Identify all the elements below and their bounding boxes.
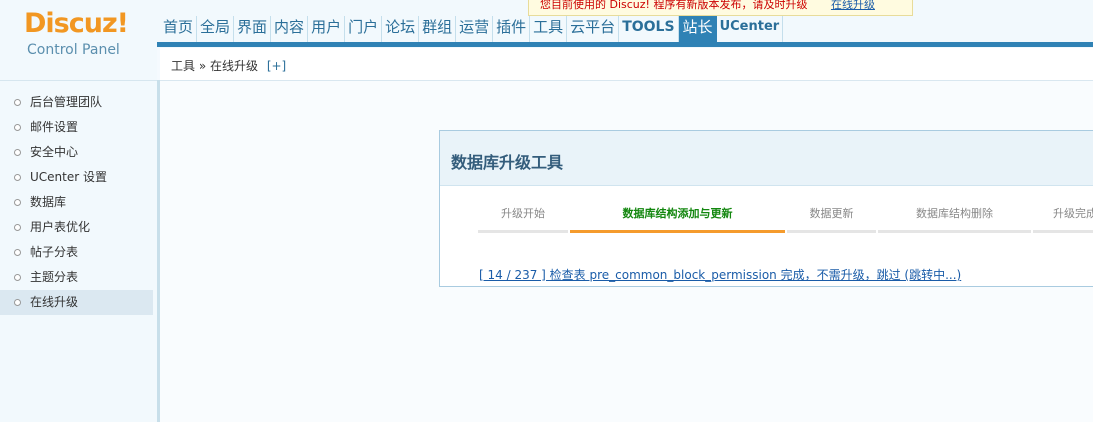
nav-item-tools-en[interactable]: TOOLS — [619, 16, 679, 42]
nav-item-global[interactable]: 全局 — [197, 16, 235, 42]
nav-item-forum[interactable]: 论坛 — [382, 16, 420, 42]
step-structure-update: 数据库结构添加与更新 — [570, 201, 785, 233]
bullet-icon — [14, 299, 21, 306]
sidebar-item-label: UCenter 设置 — [30, 170, 107, 184]
sidebar-item-label: 帖子分表 — [30, 245, 79, 259]
step-start: 升级开始 — [478, 201, 568, 233]
nav-item-operation[interactable]: 运营 — [456, 16, 494, 42]
step-data-update: 数据更新 — [787, 201, 876, 233]
nav-item-style[interactable]: 界面 — [234, 16, 272, 42]
main-content: 工具 » 在线升级 [+] 数据库升级工具 升级开始 数据库结构添加与更新 数据… — [160, 48, 1093, 422]
bullet-icon — [14, 174, 21, 181]
sidebar-item-label: 主题分表 — [30, 270, 79, 284]
bullet-icon — [14, 274, 21, 281]
bullet-icon — [14, 149, 21, 156]
sidebar-item-label: 后台管理团队 — [30, 95, 103, 109]
bullet-icon — [14, 124, 21, 131]
sidebar-item-label: 数据库 — [30, 195, 67, 209]
breadcrumb-expand-button[interactable]: [+] — [267, 59, 286, 73]
bullet-icon — [14, 99, 21, 106]
step-structure-delete: 数据库结构删除 — [878, 201, 1031, 233]
nav-item-tools[interactable]: 工具 — [530, 16, 568, 42]
logo-subtitle: Control Panel — [27, 42, 120, 58]
bullet-icon — [14, 199, 21, 206]
nav-item-portal[interactable]: 门户 — [345, 16, 383, 42]
update-notice-link[interactable]: 在线升级 — [831, 0, 875, 11]
breadcrumb: 工具 » 在线升级 [+] — [160, 48, 1093, 81]
sidebar-item-user-table-optimize[interactable]: 用户表优化 — [0, 215, 153, 240]
update-notice: 您目前使用的 Discuz! 程序有新版本发布，请及时升级 在线升级 — [528, 0, 913, 16]
sidebar-item-post-split[interactable]: 帖子分表 — [0, 240, 153, 265]
sidebar-item-mail-settings[interactable]: 邮件设置 — [0, 115, 153, 140]
sidebar-divider — [0, 80, 157, 81]
update-notice-message: 您目前使用的 Discuz! 程序有新版本发布，请及时升级 — [540, 0, 808, 11]
step-complete: 升级完成 — [1033, 201, 1093, 233]
bullet-icon — [14, 249, 21, 256]
sidebar-item-online-upgrade[interactable]: 在线升级 — [0, 290, 153, 315]
sidebar-item-label: 邮件设置 — [30, 120, 79, 134]
bullet-icon — [14, 224, 21, 231]
sidebar-item-label: 在线升级 — [30, 295, 79, 309]
upgrade-progress-link[interactable]: [ 14 / 237 ] 检查表 pre_common_block_permis… — [479, 266, 961, 283]
sidebar-menu: 后台管理团队 邮件设置 安全中心 UCenter 设置 数据库 用户表优化 帖子… — [0, 90, 153, 315]
nav-item-group[interactable]: 群组 — [419, 16, 457, 42]
header: 您目前使用的 Discuz! 程序有新版本发布，请及时升级 在线升级 首页 全局… — [0, 0, 1093, 48]
nav-underline-bar — [157, 42, 1093, 47]
upgrade-panel: 数据库升级工具 升级开始 数据库结构添加与更新 数据更新 数据库结构删除 升级完… — [439, 130, 1093, 287]
nav-item-webmaster[interactable]: 站长 — [678, 16, 717, 42]
nav-item-ucenter[interactable]: UCenter — [717, 16, 784, 42]
upgrade-steps: 升级开始 数据库结构添加与更新 数据更新 数据库结构删除 升级完成 — [478, 201, 1093, 233]
logo-title: Discuz! — [24, 8, 129, 39]
sidebar: 后台管理团队 邮件设置 安全中心 UCenter 设置 数据库 用户表优化 帖子… — [0, 80, 160, 422]
nav-item-cloud[interactable]: 云平台 — [567, 16, 620, 42]
sidebar-item-admin-team[interactable]: 后台管理团队 — [0, 90, 153, 115]
sidebar-item-thread-split[interactable]: 主题分表 — [0, 265, 153, 290]
top-nav: 首页 全局 界面 内容 用户 门户 论坛 群组 运营 插件 工具 云平台 TOO… — [160, 16, 784, 42]
sidebar-item-ucenter-settings[interactable]: UCenter 设置 — [0, 165, 153, 190]
panel-title: 数据库升级工具 — [451, 153, 564, 172]
panel-header: 数据库升级工具 — [440, 131, 1093, 186]
nav-item-plugin[interactable]: 插件 — [493, 16, 531, 42]
nav-item-content[interactable]: 内容 — [271, 16, 309, 42]
sidebar-item-label: 用户表优化 — [30, 220, 91, 234]
breadcrumb-path: 工具 » 在线升级 — [171, 59, 258, 73]
logo[interactable]: Discuz! Control Panel — [0, 0, 157, 80]
sidebar-item-label: 安全中心 — [30, 145, 79, 159]
nav-item-user[interactable]: 用户 — [308, 16, 346, 42]
sidebar-item-database[interactable]: 数据库 — [0, 190, 153, 215]
nav-item-home[interactable]: 首页 — [160, 16, 198, 42]
sidebar-item-security[interactable]: 安全中心 — [0, 140, 153, 165]
